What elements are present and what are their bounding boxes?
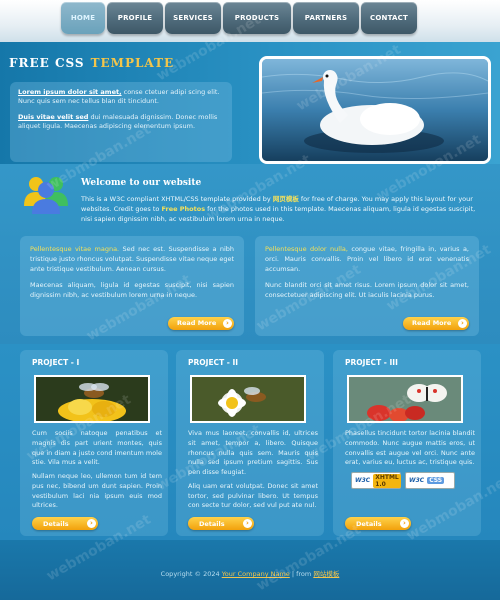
free-photos-link[interactable]: Free Photos [161,205,205,213]
arrow-right-icon: › [87,519,96,528]
read-more-button[interactable]: Read More › [403,317,469,330]
css-badge-label: CSS [427,477,445,484]
css-badge[interactable]: W3C CSS [405,472,455,489]
footer-copyright: Copyright © 2024 Your Company Name | fro… [0,568,500,578]
projects-section: PROJECT - I Cum sociis natoque penatibus… [0,344,500,540]
project-card-2: PROJECT - II Viva mus laoreet, convallis… [176,350,324,536]
arrow-right-icon: › [243,519,252,528]
header: FREE CSS TEMPLATE Lorem ipsum dolor sit a… [0,42,500,164]
header-swan-photo [259,56,491,164]
nav-services[interactable]: SERVICES [165,2,221,34]
read-more-button[interactable]: Read More › [168,317,234,330]
project-title: PROJECT - II [188,358,239,367]
swan-image [262,59,488,161]
xhtml-badge[interactable]: W3C XHTML 1.0 [351,472,401,489]
column-lead: Pellentesque vitae magna. [30,245,120,253]
arrow-right-icon: › [458,319,467,328]
validation-badges: W3C XHTML 1.0 W3C CSS [351,472,477,489]
users-icon [24,177,68,214]
column-paragraph: Pellentesque dolor nulla, congue vitae, … [265,244,469,274]
source-link[interactable]: 网站模板 [313,570,339,578]
project-paragraph: Phasellus tincidunt tortor lacinia bland… [345,429,475,467]
from-text: | from [289,570,314,578]
main-nav: HOME PROFILE SERVICES PRODUCTS PARTNERS … [61,2,417,34]
details-label: Details [199,519,225,528]
project-card-3: PROJECT - III Phasellus tincidunt tortor… [333,350,481,536]
nav-profile[interactable]: PROFILE [107,2,163,34]
intro-paragraph: Lorem ipsum dolor sit amet, conse ctetue… [18,88,224,107]
project-paragraph: Cum sociis natoque penatibus et magnis d… [32,429,162,467]
read-more-label: Read More [412,319,452,328]
content-column-1: Pellentesque vitae magna. Sed nec est. S… [20,236,244,336]
project-thumbnail[interactable] [190,375,306,423]
details-button[interactable]: Details › [188,517,254,530]
bee-flower-image [36,377,148,421]
company-link[interactable]: Your Company Name [222,570,290,578]
nav-partners[interactable]: PARTNERS [293,2,359,34]
read-more-label: Read More [177,319,217,328]
footer: Copyright © 2024 Your Company Name | fro… [0,540,500,600]
arrow-right-icon: › [400,519,409,528]
main-content: Welcome to our website This is a W3C com… [0,164,500,344]
content-column-2: Pellentesque dolor nulla, congue vitae, … [255,236,479,336]
intro-box: Lorem ipsum dolor sit amet, conse ctetue… [10,82,232,162]
details-button[interactable]: Details › [345,517,411,530]
project-paragraph: Nullam neque leo, ullemon tum id tem pus… [32,472,162,510]
brand-link[interactable]: 网页模板 [273,195,299,203]
project-paragraph: Viva mus laoreet, convallis id, ultrices… [188,429,318,476]
project-text: Phasellus tincidunt tortor lacinia bland… [345,429,475,468]
column-paragraph: Maecenas aliquam, ligula id egestas susc… [30,281,234,300]
project-thumbnail[interactable] [34,375,150,423]
welcome-title: Welcome to our website [81,178,202,188]
site-title-word1: FREE CSS [9,56,85,70]
details-label: Details [43,519,69,528]
project-title: PROJECT - III [345,358,398,367]
welcome-text: This is a W3C compliant XHTML/CSS templa… [81,194,481,224]
welcome-text-a: This is a W3C compliant XHTML/CSS templa… [81,195,273,203]
column-paragraph: Nunc blandit orci sit amet risus. Lorem … [265,281,469,300]
site-title: FREE CSS TEMPLATE [9,56,174,70]
project-thumbnail[interactable] [347,375,463,423]
nav-home[interactable]: HOME [61,2,105,34]
copyright-text: Copyright © 2024 [160,570,222,578]
intro-lead-link[interactable]: Lorem ipsum dolor sit amet, [18,88,122,96]
project-title: PROJECT - I [32,358,80,367]
arrow-right-icon: › [223,319,232,328]
details-label: Details [356,519,382,528]
project-text: Viva mus laoreet, convallis id, ultrices… [188,429,318,511]
nav-contact[interactable]: CONTACT [361,2,417,34]
site-title-word2: TEMPLATE [90,56,175,70]
project-paragraph: Aliq uam erat volutpat. Donec sit amet t… [188,481,318,510]
column-lead: Pellentesque dolor nulla, [265,245,348,253]
column-paragraph: Pellentesque vitae magna. Sed nec est. S… [30,244,234,274]
butterfly-image [349,377,461,421]
top-bar: HOME PROFILE SERVICES PRODUCTS PARTNERS … [0,0,500,42]
nav-products[interactable]: PRODUCTS [223,2,291,34]
project-card-1: PROJECT - I Cum sociis natoque penatibus… [20,350,168,536]
intro-lead-link[interactable]: Duis vitae velit sed [18,113,88,121]
details-button[interactable]: Details › [32,517,98,530]
intro-paragraph: Duis vitae velit sed dui malesuada digni… [18,113,224,132]
bee-daisy-image [192,377,304,421]
xhtml-badge-label: XHTML 1.0 [373,473,401,488]
project-text: Cum sociis natoque penatibus et magnis d… [32,429,162,511]
